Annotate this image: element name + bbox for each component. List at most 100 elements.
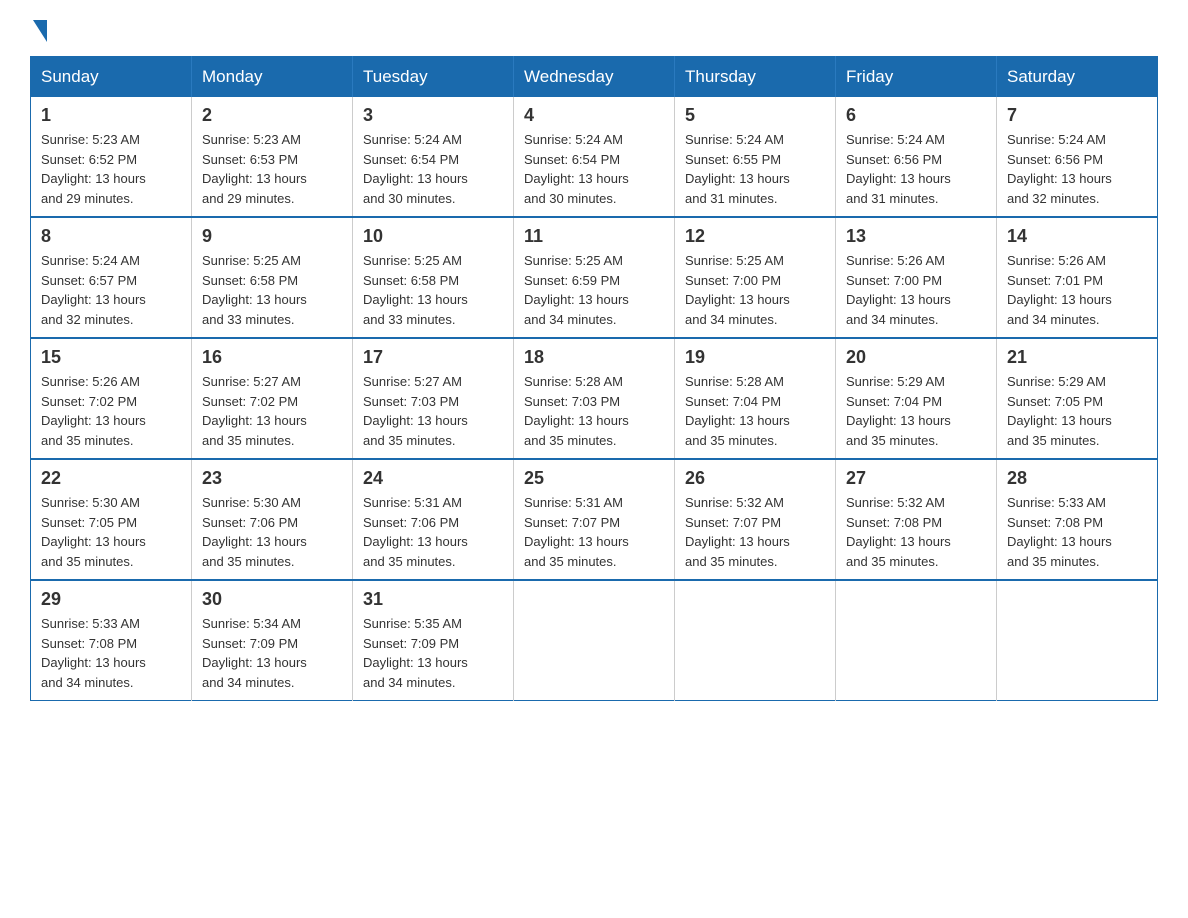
- day-info: Sunrise: 5:31 AMSunset: 7:07 PMDaylight:…: [524, 495, 629, 569]
- header-monday: Monday: [192, 57, 353, 98]
- day-info: Sunrise: 5:26 AMSunset: 7:01 PMDaylight:…: [1007, 253, 1112, 327]
- day-info: Sunrise: 5:33 AMSunset: 7:08 PMDaylight:…: [41, 616, 146, 690]
- day-cell: 12 Sunrise: 5:25 AMSunset: 7:00 PMDaylig…: [675, 217, 836, 338]
- day-cell: 24 Sunrise: 5:31 AMSunset: 7:06 PMDaylig…: [353, 459, 514, 580]
- day-number: 1: [41, 105, 181, 126]
- header-row: SundayMondayTuesdayWednesdayThursdayFrid…: [31, 57, 1158, 98]
- day-cell: 31 Sunrise: 5:35 AMSunset: 7:09 PMDaylig…: [353, 580, 514, 701]
- day-number: 11: [524, 226, 664, 247]
- logo-text: [30, 20, 47, 40]
- day-cell: 6 Sunrise: 5:24 AMSunset: 6:56 PMDayligh…: [836, 97, 997, 217]
- day-info: Sunrise: 5:32 AMSunset: 7:07 PMDaylight:…: [685, 495, 790, 569]
- header-thursday: Thursday: [675, 57, 836, 98]
- day-cell: 4 Sunrise: 5:24 AMSunset: 6:54 PMDayligh…: [514, 97, 675, 217]
- day-info: Sunrise: 5:24 AMSunset: 6:56 PMDaylight:…: [846, 132, 951, 206]
- day-info: Sunrise: 5:29 AMSunset: 7:04 PMDaylight:…: [846, 374, 951, 448]
- header-sunday: Sunday: [31, 57, 192, 98]
- week-row-4: 22 Sunrise: 5:30 AMSunset: 7:05 PMDaylig…: [31, 459, 1158, 580]
- day-info: Sunrise: 5:27 AMSunset: 7:02 PMDaylight:…: [202, 374, 307, 448]
- day-cell: 19 Sunrise: 5:28 AMSunset: 7:04 PMDaylig…: [675, 338, 836, 459]
- week-row-1: 1 Sunrise: 5:23 AMSunset: 6:52 PMDayligh…: [31, 97, 1158, 217]
- day-cell: 20 Sunrise: 5:29 AMSunset: 7:04 PMDaylig…: [836, 338, 997, 459]
- day-cell: [675, 580, 836, 701]
- day-info: Sunrise: 5:30 AMSunset: 7:05 PMDaylight:…: [41, 495, 146, 569]
- week-row-3: 15 Sunrise: 5:26 AMSunset: 7:02 PMDaylig…: [31, 338, 1158, 459]
- day-info: Sunrise: 5:28 AMSunset: 7:03 PMDaylight:…: [524, 374, 629, 448]
- day-number: 24: [363, 468, 503, 489]
- day-number: 7: [1007, 105, 1147, 126]
- header-saturday: Saturday: [997, 57, 1158, 98]
- day-number: 18: [524, 347, 664, 368]
- day-number: 21: [1007, 347, 1147, 368]
- day-number: 14: [1007, 226, 1147, 247]
- calendar-header: SundayMondayTuesdayWednesdayThursdayFrid…: [31, 57, 1158, 98]
- logo-triangle-icon: [33, 20, 47, 42]
- day-number: 13: [846, 226, 986, 247]
- week-row-2: 8 Sunrise: 5:24 AMSunset: 6:57 PMDayligh…: [31, 217, 1158, 338]
- day-number: 10: [363, 226, 503, 247]
- day-info: Sunrise: 5:26 AMSunset: 7:02 PMDaylight:…: [41, 374, 146, 448]
- calendar-table: SundayMondayTuesdayWednesdayThursdayFrid…: [30, 56, 1158, 701]
- day-cell: 17 Sunrise: 5:27 AMSunset: 7:03 PMDaylig…: [353, 338, 514, 459]
- day-info: Sunrise: 5:31 AMSunset: 7:06 PMDaylight:…: [363, 495, 468, 569]
- logo: [30, 20, 47, 36]
- day-cell: 14 Sunrise: 5:26 AMSunset: 7:01 PMDaylig…: [997, 217, 1158, 338]
- day-number: 20: [846, 347, 986, 368]
- day-cell: 3 Sunrise: 5:24 AMSunset: 6:54 PMDayligh…: [353, 97, 514, 217]
- day-info: Sunrise: 5:32 AMSunset: 7:08 PMDaylight:…: [846, 495, 951, 569]
- day-number: 3: [363, 105, 503, 126]
- day-info: Sunrise: 5:23 AMSunset: 6:53 PMDaylight:…: [202, 132, 307, 206]
- day-number: 29: [41, 589, 181, 610]
- calendar-body: 1 Sunrise: 5:23 AMSunset: 6:52 PMDayligh…: [31, 97, 1158, 701]
- day-cell: 13 Sunrise: 5:26 AMSunset: 7:00 PMDaylig…: [836, 217, 997, 338]
- day-cell: 27 Sunrise: 5:32 AMSunset: 7:08 PMDaylig…: [836, 459, 997, 580]
- day-number: 17: [363, 347, 503, 368]
- page-header: [30, 20, 1158, 36]
- header-tuesday: Tuesday: [353, 57, 514, 98]
- day-cell: 15 Sunrise: 5:26 AMSunset: 7:02 PMDaylig…: [31, 338, 192, 459]
- day-info: Sunrise: 5:25 AMSunset: 7:00 PMDaylight:…: [685, 253, 790, 327]
- day-info: Sunrise: 5:30 AMSunset: 7:06 PMDaylight:…: [202, 495, 307, 569]
- day-cell: 23 Sunrise: 5:30 AMSunset: 7:06 PMDaylig…: [192, 459, 353, 580]
- day-info: Sunrise: 5:26 AMSunset: 7:00 PMDaylight:…: [846, 253, 951, 327]
- day-cell: [514, 580, 675, 701]
- day-number: 28: [1007, 468, 1147, 489]
- day-number: 9: [202, 226, 342, 247]
- day-cell: 28 Sunrise: 5:33 AMSunset: 7:08 PMDaylig…: [997, 459, 1158, 580]
- day-info: Sunrise: 5:24 AMSunset: 6:56 PMDaylight:…: [1007, 132, 1112, 206]
- day-cell: 16 Sunrise: 5:27 AMSunset: 7:02 PMDaylig…: [192, 338, 353, 459]
- day-cell: 26 Sunrise: 5:32 AMSunset: 7:07 PMDaylig…: [675, 459, 836, 580]
- day-info: Sunrise: 5:34 AMSunset: 7:09 PMDaylight:…: [202, 616, 307, 690]
- header-wednesday: Wednesday: [514, 57, 675, 98]
- week-row-5: 29 Sunrise: 5:33 AMSunset: 7:08 PMDaylig…: [31, 580, 1158, 701]
- day-number: 5: [685, 105, 825, 126]
- day-number: 12: [685, 226, 825, 247]
- day-number: 26: [685, 468, 825, 489]
- day-cell: [836, 580, 997, 701]
- day-cell: 21 Sunrise: 5:29 AMSunset: 7:05 PMDaylig…: [997, 338, 1158, 459]
- day-info: Sunrise: 5:23 AMSunset: 6:52 PMDaylight:…: [41, 132, 146, 206]
- day-info: Sunrise: 5:25 AMSunset: 6:59 PMDaylight:…: [524, 253, 629, 327]
- day-number: 16: [202, 347, 342, 368]
- day-info: Sunrise: 5:24 AMSunset: 6:57 PMDaylight:…: [41, 253, 146, 327]
- day-cell: [997, 580, 1158, 701]
- day-number: 22: [41, 468, 181, 489]
- day-cell: 2 Sunrise: 5:23 AMSunset: 6:53 PMDayligh…: [192, 97, 353, 217]
- day-cell: 7 Sunrise: 5:24 AMSunset: 6:56 PMDayligh…: [997, 97, 1158, 217]
- day-number: 30: [202, 589, 342, 610]
- day-number: 2: [202, 105, 342, 126]
- day-info: Sunrise: 5:33 AMSunset: 7:08 PMDaylight:…: [1007, 495, 1112, 569]
- day-number: 27: [846, 468, 986, 489]
- day-number: 31: [363, 589, 503, 610]
- day-info: Sunrise: 5:25 AMSunset: 6:58 PMDaylight:…: [202, 253, 307, 327]
- day-info: Sunrise: 5:24 AMSunset: 6:55 PMDaylight:…: [685, 132, 790, 206]
- day-info: Sunrise: 5:27 AMSunset: 7:03 PMDaylight:…: [363, 374, 468, 448]
- day-info: Sunrise: 5:25 AMSunset: 6:58 PMDaylight:…: [363, 253, 468, 327]
- day-info: Sunrise: 5:28 AMSunset: 7:04 PMDaylight:…: [685, 374, 790, 448]
- day-cell: 11 Sunrise: 5:25 AMSunset: 6:59 PMDaylig…: [514, 217, 675, 338]
- day-cell: 30 Sunrise: 5:34 AMSunset: 7:09 PMDaylig…: [192, 580, 353, 701]
- day-cell: 9 Sunrise: 5:25 AMSunset: 6:58 PMDayligh…: [192, 217, 353, 338]
- day-number: 15: [41, 347, 181, 368]
- day-number: 23: [202, 468, 342, 489]
- day-info: Sunrise: 5:24 AMSunset: 6:54 PMDaylight:…: [363, 132, 468, 206]
